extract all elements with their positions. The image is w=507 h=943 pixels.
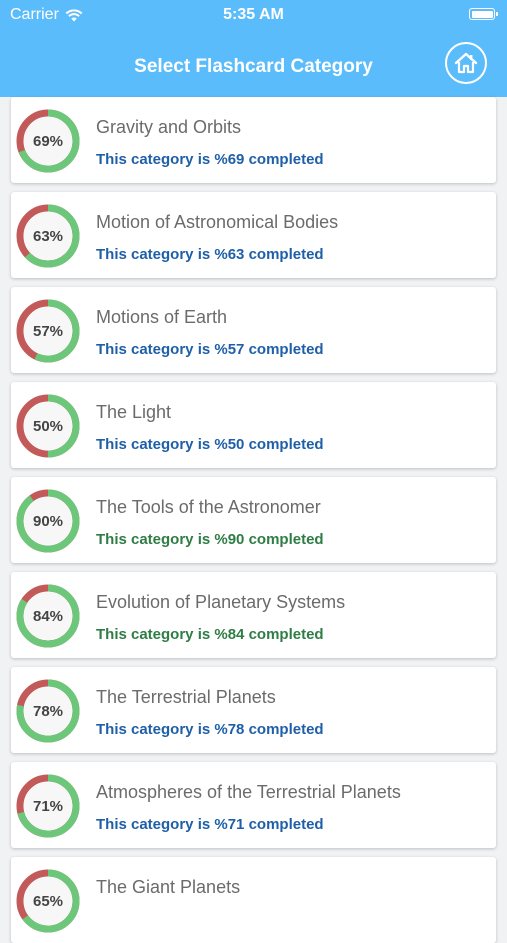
home-button[interactable] xyxy=(445,42,487,84)
category-card[interactable]: 71% Atmospheres of the Terrestrial Planet… xyxy=(11,762,496,848)
nav-header: Carrier 5:35 AM Select Flashcard Categor… xyxy=(0,0,507,97)
progress-percent-label: 71% xyxy=(32,797,64,815)
category-title: Atmospheres of the Terrestrial Planets xyxy=(96,782,401,802)
category-card[interactable]: 57% Motions of Earth This category is %57 … xyxy=(11,287,496,373)
category-title: The Terrestrial Planets xyxy=(96,687,276,707)
category-title: Motions of Earth xyxy=(96,307,228,327)
category-card[interactable]: 78% The Terrestrial Planets This category … xyxy=(11,667,496,753)
category-card[interactable]: 90% The Tools of the Astronomer This categ… xyxy=(11,477,496,563)
category-status: This category is %63 completed xyxy=(96,246,324,263)
category-card[interactable]: 84% Evolution of Planetary Systems This ca… xyxy=(11,572,496,658)
category-status: This category is %69 completed xyxy=(96,151,324,168)
category-card[interactable]: 69% Gravity and Orbits This category is %6… xyxy=(11,97,496,183)
category-card[interactable]: 50% The Light This category is %50 complet… xyxy=(11,382,496,468)
status-bar: Carrier 5:35 AM xyxy=(0,0,507,30)
home-icon xyxy=(454,52,478,74)
category-title: Gravity and Orbits xyxy=(96,117,242,137)
category-status: This category is %78 completed xyxy=(96,721,324,738)
category-title: The Giant Planets xyxy=(96,877,241,897)
battery-icon xyxy=(469,8,498,20)
clock: 5:35 AM xyxy=(223,6,284,23)
category-title: Motion of Astronomical Bodies xyxy=(96,212,339,232)
category-title: The Light xyxy=(96,402,172,422)
category-title: Evolution of Planetary Systems xyxy=(96,592,346,612)
category-status: This category is %50 completed xyxy=(96,436,324,453)
category-status: This category is %57 completed xyxy=(96,341,324,358)
progress-percent-label: 78% xyxy=(32,702,64,720)
progress-percent-label: 57% xyxy=(32,322,64,340)
category-status: This category is %71 completed xyxy=(96,816,324,833)
progress-percent-label: 50% xyxy=(32,417,64,435)
category-title: The Tools of the Astronomer xyxy=(96,497,321,517)
page-title: Select Flashcard Category xyxy=(134,56,373,77)
progress-percent-label: 69% xyxy=(32,132,64,150)
category-status: This category is %84 completed xyxy=(96,626,324,643)
progress-percent-label: 84% xyxy=(32,607,64,625)
progress-percent-label: 65% xyxy=(32,892,64,910)
progress-percent-label: 90% xyxy=(32,512,64,530)
progress-percent-label: 63% xyxy=(32,227,64,245)
category-card[interactable]: 65% The Giant Planets xyxy=(11,857,496,943)
category-card[interactable]: 63% Motion of Astronomical Bodies This cat… xyxy=(11,192,496,278)
category-status: This category is %90 completed xyxy=(96,531,324,548)
